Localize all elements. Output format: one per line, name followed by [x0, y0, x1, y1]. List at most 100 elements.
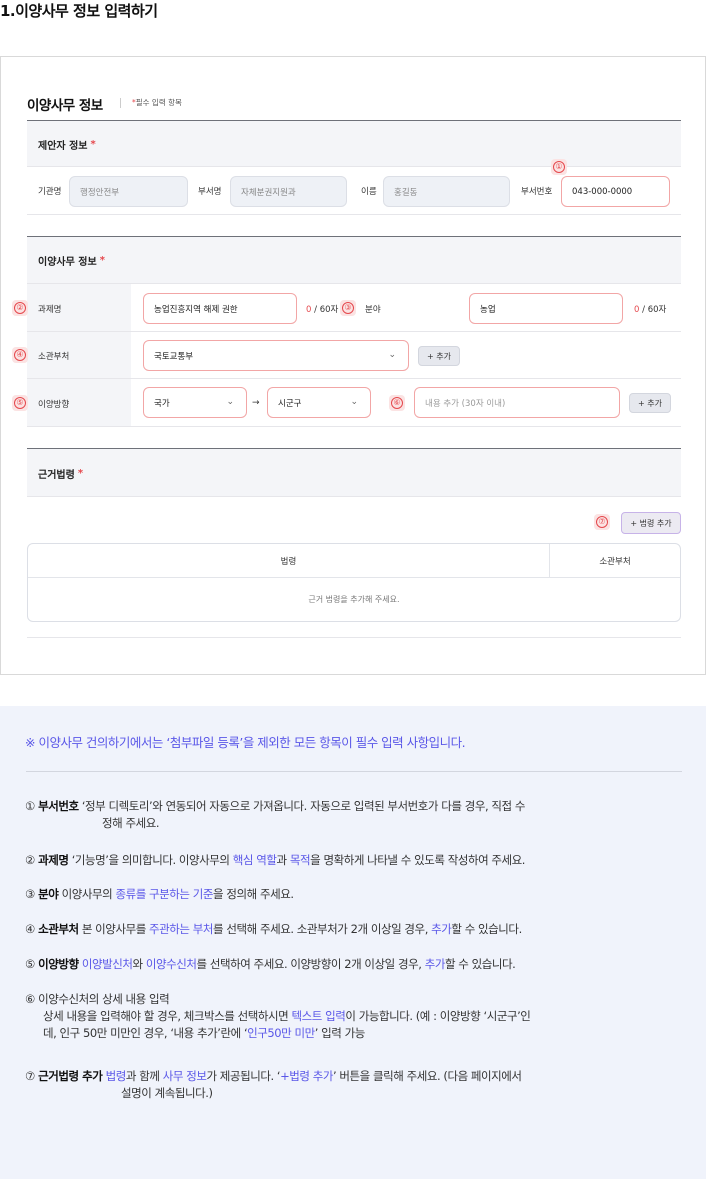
item-number: ③ [25, 887, 35, 901]
dept-label: 부서명 [198, 187, 222, 197]
item-text: ’ 버튼을 클릭해 주세요. (다음 페이지에서 [333, 1069, 522, 1083]
item-text: 를 선택하여 주세요. 이양방향이 2개 이상일 경우, [196, 957, 425, 971]
item-text: 가 제공됩니다. ‘ [206, 1069, 281, 1083]
name-input[interactable]: 홍길동 [383, 176, 510, 207]
chevron-down-icon: ⌄ [350, 397, 358, 407]
item-text: 와 [132, 957, 146, 971]
item-highlight: 텍스트 입력 [291, 1009, 346, 1023]
callout-badge-2: ② [12, 300, 28, 316]
item-highlight: 핵심 역할 [232, 853, 277, 867]
form-frame: 이양사무 정보 *필수 입력 항목 제안자 정보 * 기관명 행정안전부 부서명 … [0, 56, 706, 675]
add-ministry-button[interactable]: + 추가 [418, 346, 460, 366]
page-heading: 1.이양사무 정보 입력하기 [0, 2, 158, 20]
item-highlight: 이양수신처 [145, 957, 197, 971]
item-number: ① [25, 799, 35, 813]
item-highlight: 이양발신처 [81, 957, 133, 971]
item-text: 과 [276, 853, 290, 867]
item-highlight: 주관하는 부처 [149, 922, 214, 936]
callout-number: ⑦ [596, 516, 608, 528]
item-text: 이 가능합니다. (예 : 이양방향 ‘시군구’인 [345, 1009, 531, 1023]
phone-input[interactable]: 043-000-0000 [561, 176, 670, 207]
item-text: 본 이양사무를 [81, 922, 150, 936]
field-label: 분야 [365, 305, 381, 315]
item-highlight: 목적 [289, 853, 311, 867]
callout-number: ④ [14, 349, 26, 361]
direction-detail-input[interactable]: 내용 추가 (30자 이내) [414, 387, 620, 418]
item-text: 을 정의해 주세요. [213, 887, 294, 901]
field-input[interactable]: 농업 [469, 293, 623, 324]
ministry-label: 소관부처 [38, 352, 70, 362]
item-text: 데, 인구 50만 미만인 경우, ‘내용 추가’란에 ‘ [43, 1026, 248, 1040]
callout-badge-4: ④ [12, 347, 28, 363]
divider [27, 496, 681, 497]
divider [27, 166, 681, 167]
chevron-down-icon: ⌄ [226, 397, 234, 407]
item-number: ④ [25, 922, 35, 936]
ministry-selected-value: 국토교통부 [154, 351, 194, 362]
callout-badge-7: ⑦ [594, 514, 610, 530]
phone-label: 부서번호 [521, 187, 553, 197]
chevron-down-icon: ⌄ [388, 350, 396, 360]
task-counter: 0 / 60자 [306, 303, 338, 315]
item-number: ② [25, 853, 35, 867]
task-label: 과제명 [38, 305, 62, 315]
direction-to-select[interactable]: 시군구 ⌄ [267, 387, 371, 418]
item-text: 설명이 계속됩니다.) [121, 1086, 213, 1100]
law-table: 법령 소관부처 근거 법령을 추가해 주세요. [27, 543, 681, 622]
item-text: 를 선택해 주세요. 소관부처가 2개 이상일 경우, [213, 922, 432, 936]
title-divider [120, 98, 121, 108]
divider [27, 378, 681, 379]
divider [27, 214, 681, 215]
explanation-panel: ※ 이양사무 건의하기에서는 ‘첨부파일 등록’을 제외한 모든 항목이 필수 … [0, 706, 706, 1179]
transfer-required-star: * [99, 254, 105, 266]
task-input[interactable]: 농업진흥지역 해제 권한 [143, 293, 297, 324]
transfer-header-label: 이양사무 정보 [38, 256, 97, 268]
item-text: ’ 입력 가능 [314, 1026, 366, 1040]
callout-number: ① [553, 161, 565, 173]
item-text-line: 데, 인구 50만 미만인 경우, ‘내용 추가’란에 ‘인구50만 미만’ 입… [25, 1025, 685, 1042]
divider [27, 637, 681, 638]
law-empty-message: 근거 법령을 추가해 주세요. [308, 595, 400, 604]
callout-badge-3: ③ [340, 300, 356, 316]
callout-number: ② [14, 302, 26, 314]
dept-input[interactable]: 자체분권지원과 [230, 176, 347, 207]
item-title: 소관부처 [38, 922, 79, 936]
divider [26, 771, 682, 772]
item-number: ⑥ [25, 992, 35, 1006]
divider [27, 331, 681, 332]
explain-item-7: ⑦ 근거법령 추가 법령과 함께 사무 정보가 제공됩니다. ‘+법령 추가’ … [25, 1068, 685, 1102]
item-text: 을 명확하게 나타낼 수 있도록 작성하여 주세요. [310, 853, 526, 867]
law-required-star: * [77, 467, 84, 479]
explain-item-4: ④ 소관부처 본 이양사무를 주관하는 부처를 선택해 주세요. 소관부처가 2… [25, 921, 522, 938]
callout-badge-1: ① [551, 159, 567, 175]
ministry-select[interactable]: 국토교통부 ⌄ [143, 340, 409, 371]
item-title: 분야 [38, 887, 59, 901]
item-title: 이양방향 [38, 957, 79, 971]
proposer-required-star: * [90, 138, 96, 150]
direction-from-value: 국가 [154, 398, 170, 409]
item-text: 상세 내용을 입력해야 할 경우, 체크박스를 선택하시면 [43, 1009, 292, 1023]
callout-number: ⑤ [14, 397, 26, 409]
agency-input[interactable]: 행정안전부 [69, 176, 188, 207]
law-table-header: 법령 소관부처 [28, 544, 680, 578]
explain-item-5: ⑤ 이양방향 이양발신처와 이양수신처를 선택하여 주세요. 이양방향이 2개 … [25, 956, 516, 973]
proposer-header: 제안자 정보 * [27, 120, 681, 167]
item-title: 근거법령 추가 [38, 1069, 103, 1083]
item-title: 부서번호 [38, 799, 79, 813]
item-text-line: 상세 내용을 입력해야 할 경우, 체크박스를 선택하시면 텍스트 입력이 가능… [25, 1008, 685, 1025]
item-highlight: 종류를 구분하는 기준 [115, 887, 214, 901]
item-text: 할 수 있습니다. [444, 957, 516, 971]
explain-item-1: ① 부서번호 ‘정부 디렉토리’와 연동되어 자동으로 가져옵니다. 자동으로 … [25, 798, 685, 832]
direction-from-select[interactable]: 국가 ⌄ [143, 387, 247, 418]
divider [27, 426, 681, 427]
callout-number: ③ [342, 302, 354, 314]
explain-item-3: ③ 분야 이양사무의 종류를 구분하는 기준을 정의해 주세요. [25, 886, 294, 903]
add-law-button[interactable]: + 법령 추가 [621, 512, 681, 534]
required-note-text: 필수 입력 항목 [135, 98, 182, 107]
callout-badge-6: ⑥ [389, 395, 405, 411]
required-notice: ※ 이양사무 건의하기에서는 ‘첨부파일 등록’을 제외한 모든 항목이 필수 … [25, 735, 466, 750]
required-note: *필수 입력 항목 [132, 97, 182, 108]
item-title: 과제명 [38, 853, 69, 867]
item-text: ‘정부 디렉토리’와 연동되어 자동으로 가져옵니다. 자동으로 입력된 부서번… [81, 799, 526, 813]
add-direction-button[interactable]: + 추가 [629, 393, 671, 413]
